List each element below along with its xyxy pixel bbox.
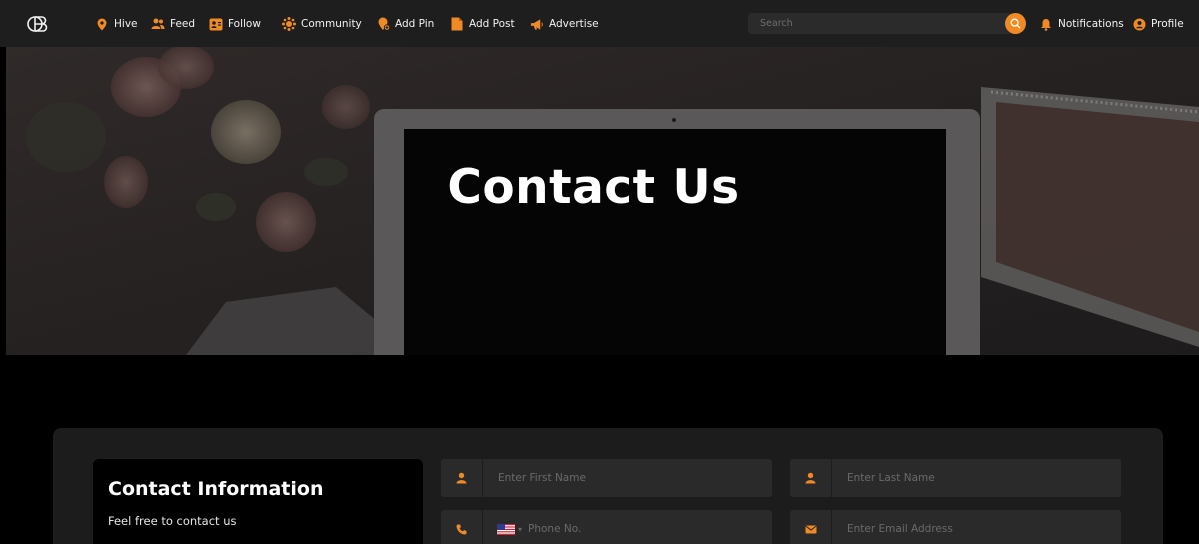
profile-icon — [1132, 17, 1146, 31]
community-icon — [282, 17, 296, 31]
map-pin-icon — [95, 17, 109, 31]
notifications-label: Notifications — [1058, 18, 1124, 30]
nav-item-feed[interactable]: Feed — [151, 15, 195, 33]
nav-label-advertise: Advertise — [549, 18, 599, 30]
megaphone-icon — [530, 17, 544, 31]
nav-label-add-pin: Add Pin — [395, 18, 435, 30]
phone-field: ▾ — [441, 510, 772, 544]
nav-label-feed: Feed — [170, 18, 196, 30]
bell-icon — [1039, 17, 1053, 31]
add-pin-icon — [376, 17, 390, 31]
phone-icon — [441, 510, 483, 544]
contact-info-subtitle: Feel free to contact us — [108, 514, 237, 528]
users-icon — [151, 17, 165, 31]
user-icon — [441, 459, 483, 497]
phone-input[interactable] — [522, 510, 772, 544]
user-icon — [790, 459, 832, 497]
add-post-icon — [450, 17, 464, 31]
nav-label-community: Community — [301, 18, 362, 30]
follow-card-icon — [209, 17, 223, 31]
profile-link[interactable]: Profile — [1132, 15, 1184, 33]
email-field — [790, 510, 1121, 544]
nav-item-community[interactable]: Community — [282, 15, 362, 33]
search-icon — [1010, 18, 1021, 29]
last-name-input[interactable] — [832, 459, 1121, 497]
top-navbar: Hive Feed Follow Community Add Pin Add P… — [0, 0, 1199, 47]
country-code-selector[interactable]: ▾ — [483, 523, 522, 535]
page-title: Contact Us — [447, 160, 740, 215]
nav-item-advertise[interactable]: Advertise — [530, 15, 599, 33]
contact-info-title: Contact Information — [108, 478, 324, 500]
envelope-icon — [790, 510, 832, 544]
nav-item-add-post[interactable]: Add Post — [450, 15, 515, 33]
nav-item-follow[interactable]: Follow — [209, 15, 261, 33]
nav-item-hive[interactable]: Hive — [95, 15, 138, 33]
first-name-field — [441, 459, 772, 497]
last-name-field — [790, 459, 1121, 497]
us-flag-icon — [497, 523, 515, 535]
contact-info-panel — [93, 459, 423, 544]
first-name-input[interactable] — [483, 459, 772, 497]
nav-item-add-pin[interactable]: Add Pin — [376, 15, 434, 33]
site-logo-icon[interactable] — [27, 14, 49, 34]
notifications-link[interactable]: Notifications — [1039, 15, 1124, 33]
nav-label-hive: Hive — [114, 18, 138, 30]
search-button[interactable] — [1005, 13, 1026, 34]
nav-label-follow: Follow — [228, 18, 261, 30]
profile-label: Profile — [1151, 18, 1184, 30]
search-input[interactable] — [748, 13, 1010, 34]
email-input[interactable] — [832, 510, 1121, 544]
nav-label-add-post: Add Post — [469, 18, 515, 30]
